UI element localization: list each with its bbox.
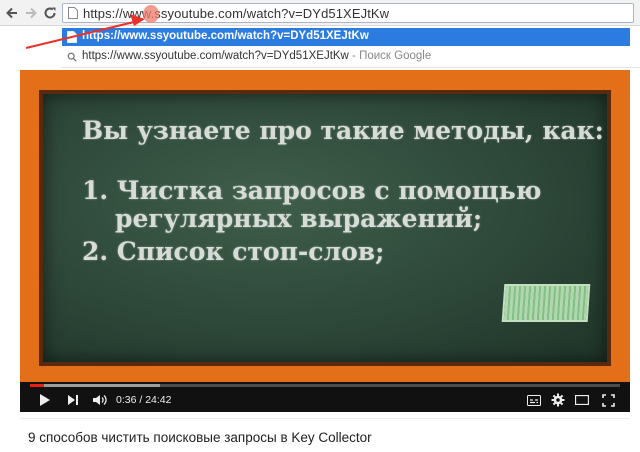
forward-arrow-icon <box>26 7 37 19</box>
volume-button[interactable] <box>92 392 108 408</box>
progress-bar[interactable] <box>30 384 620 387</box>
slide-line: 2. Список стоп-слов; <box>82 237 385 266</box>
settings-button[interactable] <box>550 392 566 408</box>
subtitles-icon <box>527 394 541 406</box>
browser-toolbar: https://www.ssyoutube.com/watch?v=DYd51X… <box>0 0 640 26</box>
slide-line: регулярных выражений; <box>115 204 483 233</box>
progress-played <box>30 384 45 387</box>
chalk-eraser <box>501 284 591 322</box>
video-title: 9 способов чистить поисковые запросы в K… <box>28 430 372 445</box>
player-controls: 0:36 / 24:42 <box>20 388 630 412</box>
fullscreen-button[interactable] <box>600 392 616 408</box>
slide-line: Вы узнаете про такие методы, как: <box>82 116 604 145</box>
search-icon <box>67 52 77 62</box>
page-icon <box>68 7 78 19</box>
subtitles-button[interactable] <box>526 392 542 408</box>
suggestion-text: https://www.ssyoutube.com/watch?v=DYd51X… <box>82 50 349 62</box>
page-icon <box>67 31 77 43</box>
reload-icon <box>44 7 56 19</box>
forward-button[interactable] <box>22 4 40 22</box>
video-player[interactable]: Вы узнаете про такие методы, как: 1. Чис… <box>20 70 630 412</box>
address-bar-url[interactable]: https://www.ssyoutube.com/watch?v=DYd51X… <box>83 6 389 21</box>
suggestion-hint: Поиск Google <box>359 50 432 62</box>
suggestion-search[interactable]: https://www.ssyoutube.com/watch?v=DYd51X… <box>62 48 630 66</box>
back-button[interactable] <box>3 4 21 22</box>
omnibox-suggestions: https://www.ssyoutube.com/watch?v=DYd51X… <box>62 26 640 68</box>
suggestion-separator: - <box>348 50 360 62</box>
chalkboard-slide: Вы узнаете про такие методы, как: 1. Чис… <box>39 90 611 366</box>
gear-icon <box>551 393 565 407</box>
volume-icon <box>93 395 107 405</box>
play-icon <box>40 394 50 406</box>
suggestion-url[interactable]: https://www.ssyoutube.com/watch?v=DYd51X… <box>62 28 630 46</box>
progress-buffer <box>30 384 160 387</box>
address-bar[interactable]: https://www.ssyoutube.com/watch?v=DYd51X… <box>62 3 634 23</box>
suggestion-text: https://www.ssyoutube.com/watch?v=DYd51X… <box>82 30 369 42</box>
video-frame[interactable]: Вы узнаете про такие методы, как: 1. Чис… <box>20 70 630 382</box>
fullscreen-icon <box>601 393 615 407</box>
reload-button[interactable] <box>41 4 59 22</box>
back-arrow-icon <box>6 7 17 19</box>
theater-mode-icon <box>575 395 589 405</box>
slide-line: 1. Чистка запросов с помощью <box>82 176 542 205</box>
time-display: 0:36 / 24:42 <box>116 394 172 406</box>
next-button[interactable] <box>66 392 80 408</box>
play-button[interactable] <box>38 392 52 408</box>
theater-mode-button[interactable] <box>574 392 590 408</box>
next-icon <box>68 395 78 405</box>
